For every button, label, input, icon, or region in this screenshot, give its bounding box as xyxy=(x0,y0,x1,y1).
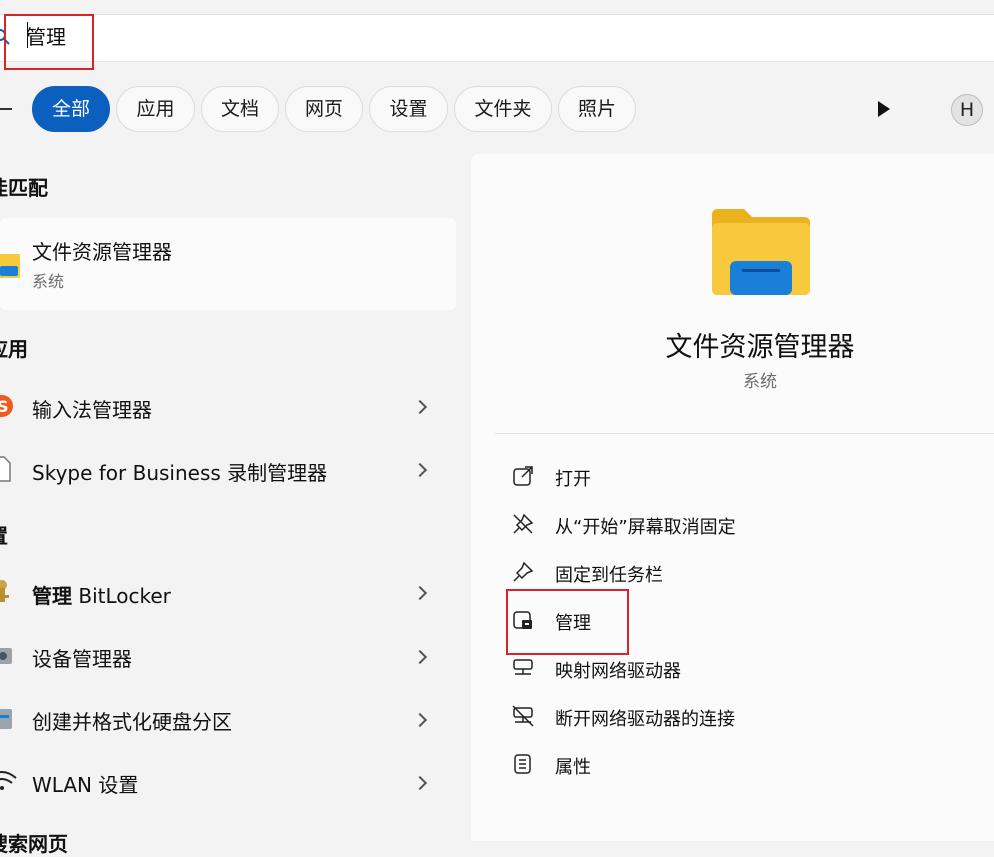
chevron-right-icon[interactable] xyxy=(412,775,428,791)
map-drive-icon xyxy=(513,659,533,675)
device-manager-icon xyxy=(0,648,12,664)
tab-settings[interactable]: 设置 xyxy=(369,86,448,132)
tab-folders[interactable]: 文件夹 xyxy=(454,86,552,132)
action-map-network-drive[interactable]: 映射网络驱动器 xyxy=(555,657,681,683)
action-pin-taskbar[interactable]: 固定到任务栏 xyxy=(555,561,663,587)
search-input[interactable]: 管理 xyxy=(26,23,626,51)
best-match-title: 文件资源管理器 xyxy=(32,240,172,264)
app-ime-manager[interactable]: 输入法管理器 xyxy=(32,394,152,423)
wifi-icon xyxy=(0,771,17,790)
best-match-subtitle: 系统 xyxy=(32,272,65,291)
folder-icon xyxy=(0,254,20,278)
properties-icon xyxy=(514,754,531,774)
setting-wlan[interactable]: WLAN 设置 xyxy=(32,769,138,798)
setting-device-manager[interactable]: 设备管理器 xyxy=(32,643,132,672)
unpin-icon xyxy=(513,513,534,534)
svg-text:S: S xyxy=(0,397,9,416)
setting-manage-bitlocker-bold: 管理 xyxy=(32,584,72,608)
chevron-right-icon[interactable] xyxy=(412,585,428,601)
detail-title: 文件资源管理器 xyxy=(665,332,855,363)
sogou-ime-icon: S xyxy=(0,395,13,417)
app-skype-recording-manager[interactable]: Skype for Business 录制管理器 xyxy=(32,457,327,486)
disconnect-drive-icon xyxy=(512,705,534,727)
best-match-card[interactable]: 文件资源管理器 系统 xyxy=(0,218,456,310)
search-highlight-box xyxy=(4,14,94,70)
search-bar[interactable]: 管理 xyxy=(0,14,994,62)
tab-photos[interactable]: 照片 xyxy=(558,86,636,132)
chevron-right-icon[interactable] xyxy=(412,712,428,728)
detail-subtitle: 系统 xyxy=(743,372,777,392)
action-properties[interactable]: 属性 xyxy=(555,753,591,779)
folder-icon xyxy=(712,209,810,295)
setting-manage-bitlocker-rest: BitLocker xyxy=(72,584,171,608)
tab-documents[interactable]: 文档 xyxy=(201,86,279,132)
more-filters-icon[interactable] xyxy=(878,101,890,117)
pin-icon xyxy=(513,561,534,582)
settings-heading: 置 xyxy=(0,520,8,549)
tab-all[interactable]: 全部 xyxy=(32,86,110,132)
tab-apps[interactable]: 应用 xyxy=(116,86,195,132)
divider xyxy=(495,433,994,434)
manage-highlight-box xyxy=(506,589,629,655)
filter-tabs: 全部 应用 文档 网页 设置 文件夹 照片 H xyxy=(0,84,994,134)
setting-manage-bitlocker[interactable]: 管理 BitLocker xyxy=(32,580,171,609)
setting-create-format-partition[interactable]: 创建并格式化硬盘分区 xyxy=(32,706,232,735)
chevron-right-icon[interactable] xyxy=(412,462,428,478)
action-open[interactable]: 打开 xyxy=(555,465,591,491)
bitlocker-key-icon xyxy=(0,580,9,602)
tab-web[interactable]: 网页 xyxy=(285,86,363,132)
best-match-heading: 佳匹配 xyxy=(0,176,48,200)
apps-heading: 应用 xyxy=(0,337,28,361)
file-icon xyxy=(0,456,11,482)
disk-partition-icon xyxy=(0,709,12,729)
back-arrow-icon[interactable] xyxy=(0,108,12,110)
action-disconnect-network-drive[interactable]: 断开网络驱动器的连接 xyxy=(555,705,735,731)
web-search-heading: 搜索网页 xyxy=(0,832,68,856)
open-external-icon xyxy=(513,466,533,486)
action-unpin-start[interactable]: 从“开始”屏幕取消固定 xyxy=(555,513,736,539)
avatar[interactable]: H xyxy=(951,94,983,126)
chevron-right-icon[interactable] xyxy=(412,399,428,415)
chevron-right-icon[interactable] xyxy=(412,649,428,665)
